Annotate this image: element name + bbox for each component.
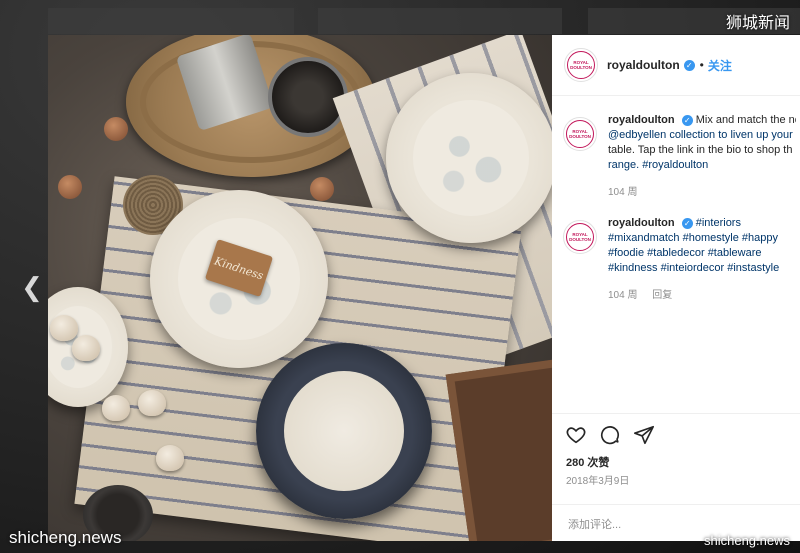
comment-line[interactable]: range. #royaldoulton: [608, 159, 708, 171]
comments-list: ROYAL DOULTON royaldoulton ✓ Mix and mat…: [552, 101, 800, 319]
comment-line[interactable]: #mixandmatch #homestyle #happy: [608, 232, 778, 244]
post-actions: 280 次赞 2018年3月9日: [552, 413, 800, 542]
post-sidebar: ROYAL DOULTON royaldoulton ✓ • 关注 ROYAL …: [552, 35, 800, 541]
comment-likes: 104 周: [608, 187, 638, 198]
reply-button[interactable]: 回复: [652, 290, 672, 301]
verified-badge-icon: ✓: [681, 114, 693, 126]
watermark-top-right: 狮城新闻: [725, 15, 790, 32]
avatar[interactable]: ROYAL DOULTON: [563, 117, 597, 151]
comment: ROYAL DOULTON royaldoulton ✓ Mix and mat…: [552, 113, 800, 198]
garlic: [50, 315, 78, 341]
comment-line[interactable]: #kindness #inteiordecor #instastyle: [608, 262, 779, 274]
action-icons: [565, 424, 655, 446]
comment-meta: 104 周: [608, 183, 796, 198]
dark-bowl: [256, 343, 432, 519]
comment-line[interactable]: #interiors: [696, 217, 741, 229]
chevron-left-icon[interactable]: ❮: [18, 272, 46, 302]
watermark-bottom-right: shicheng.news: [704, 533, 790, 548]
separator: •: [699, 58, 704, 72]
comment: ROYAL DOULTON royaldoulton ✓ #interiors …: [552, 216, 800, 301]
background-thumbnail: [48, 8, 294, 34]
comment-username[interactable]: royaldoulton: [608, 217, 675, 229]
comment-meta: 104 周 回复: [608, 286, 796, 301]
verified-badge-icon: ✓: [681, 217, 693, 229]
plate-stack: [386, 73, 552, 243]
watermark-bottom-left: shicheng.news: [9, 528, 122, 547]
like-count[interactable]: 280 次赞: [566, 454, 609, 470]
comment-icon[interactable]: [599, 424, 621, 446]
verified-badge-icon: ✓: [683, 59, 695, 71]
comment-text: royaldoulton ✓ Mix and match the ne @edb…: [608, 113, 796, 173]
comment-username[interactable]: royaldoulton: [608, 114, 675, 126]
comment-likes: 104 周: [608, 290, 638, 301]
shallot: [104, 117, 128, 141]
shallot: [58, 175, 82, 199]
comment-line: Mix and match the ne: [695, 114, 796, 126]
comment-input[interactable]: [566, 515, 770, 535]
header-username[interactable]: royaldoulton: [607, 58, 680, 72]
garlic: [102, 395, 130, 421]
heart-icon[interactable]: [565, 424, 587, 446]
share-icon[interactable]: [633, 424, 655, 446]
post-photo[interactable]: Kindness: [48, 35, 552, 541]
post-date: 2018年3月9日: [566, 476, 630, 487]
background-thumbnail: [318, 8, 562, 34]
avatar[interactable]: ROYAL DOULTON: [564, 48, 598, 82]
shallot: [310, 177, 334, 201]
avatar[interactable]: ROYAL DOULTON: [563, 220, 597, 254]
garlic: [156, 445, 184, 471]
comment-text: royaldoulton ✓ #interiors #mixandmatch #…: [608, 216, 796, 276]
brand-logo: ROYAL DOULTON: [566, 120, 594, 148]
brand-logo: ROYAL DOULTON: [566, 223, 594, 251]
comment-line: table. Tap the link in the bio to shop t…: [608, 144, 793, 156]
garlic: [138, 390, 166, 416]
post-header: ROYAL DOULTON royaldoulton ✓ • 关注: [552, 35, 800, 96]
comment-line[interactable]: @edbyellen collection to liven up your: [608, 129, 793, 141]
brand-logo: ROYAL DOULTON: [567, 51, 595, 79]
garlic: [72, 335, 100, 361]
follow-button[interactable]: 关注: [708, 57, 732, 74]
comment-line[interactable]: #foodie #tabledecor #tableware: [608, 247, 762, 259]
